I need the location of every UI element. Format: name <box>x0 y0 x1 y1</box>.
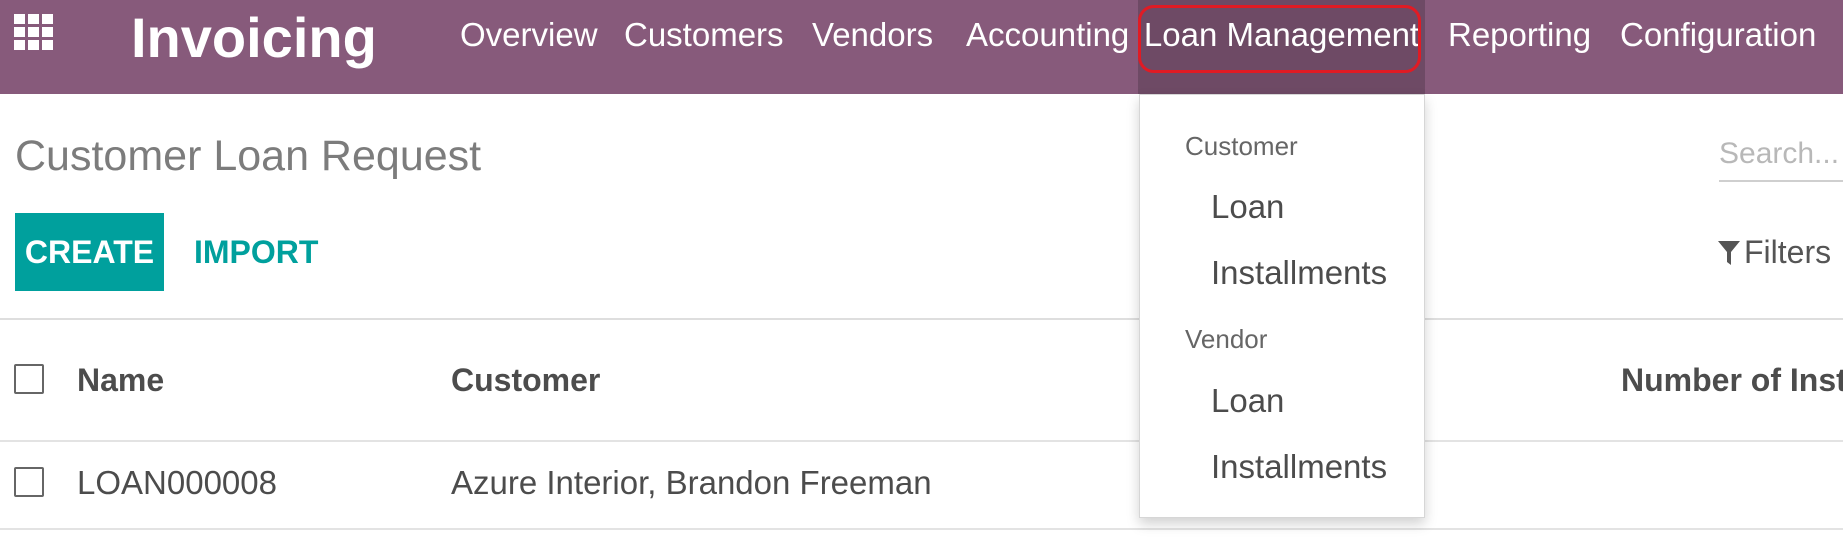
list-header: Name Customer Number of Instal <box>0 320 1843 440</box>
menu-overview[interactable]: Overview <box>460 0 598 70</box>
apps-grid-icon[interactable] <box>13 13 55 51</box>
dropdown-item-customer-loan[interactable]: Loan <box>1211 185 1284 229</box>
column-header-installments[interactable]: Number of Instal <box>1621 360 1843 400</box>
filters-button[interactable]: Filters <box>1718 230 1831 274</box>
row-separator <box>0 528 1843 530</box>
menu-configuration[interactable]: Configuration <box>1620 0 1816 70</box>
menu-customers[interactable]: Customers <box>624 0 784 70</box>
row-name-cell: LOAN000008 <box>77 464 277 501</box>
menu-accounting[interactable]: Accounting <box>966 0 1129 70</box>
select-all-checkbox[interactable] <box>14 364 44 394</box>
create-button[interactable]: CREATE <box>15 213 164 291</box>
menu-vendors[interactable]: Vendors <box>812 0 933 70</box>
row-checkbox[interactable] <box>14 467 44 497</box>
loan-management-dropdown: Customer Loan Installments Vendor Loan I… <box>1139 94 1425 518</box>
page-title: Customer Loan Request <box>15 132 482 180</box>
dropdown-item-customer-installments[interactable]: Installments <box>1211 251 1387 295</box>
dropdown-item-vendor-installments[interactable]: Installments <box>1211 445 1387 489</box>
search-input[interactable] <box>1719 128 1843 182</box>
menu-loan-management[interactable]: Loan Management <box>1138 0 1425 94</box>
dropdown-header-customer: Customer <box>1185 131 1298 161</box>
table-row[interactable]: LOAN000008 Azure Interior, Brandon Freem… <box>0 442 1843 528</box>
dropdown-item-vendor-loan[interactable]: Loan <box>1211 379 1284 423</box>
app-brand-title[interactable]: Invoicing <box>131 8 377 68</box>
filters-label: Filters <box>1744 234 1832 270</box>
funnel-icon <box>1718 233 1740 277</box>
column-header-name[interactable]: Name <box>77 360 164 400</box>
column-header-customer[interactable]: Customer <box>451 360 600 400</box>
row-customer-cell: Azure Interior, Brandon Freeman <box>451 464 932 501</box>
top-navbar: Invoicing Overview Customers Vendors Acc… <box>0 0 1843 94</box>
import-button[interactable]: IMPORT <box>194 213 318 291</box>
menu-reporting[interactable]: Reporting <box>1448 0 1591 70</box>
dropdown-header-vendor: Vendor <box>1185 324 1268 354</box>
